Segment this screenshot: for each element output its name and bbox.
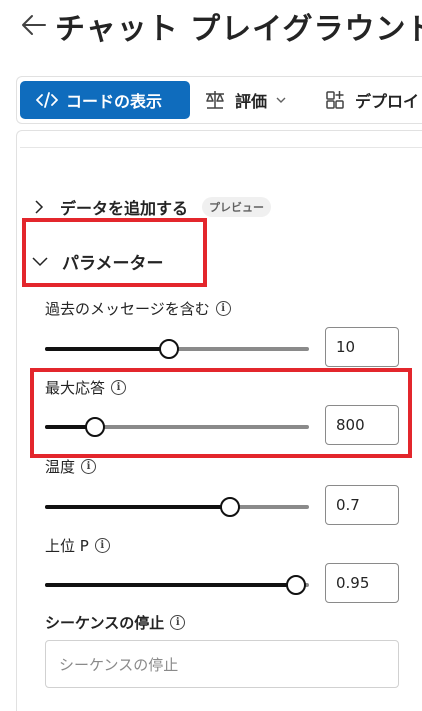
page-header: チャット プレイグラウンド [0, 0, 422, 56]
temperature-label: 温度 i [45, 456, 97, 477]
past-messages-text: 過去のメッセージを含む [45, 300, 210, 318]
toolbar: コードの表示 評価 デプロイ [16, 76, 422, 124]
info-icon[interactable]: i [94, 538, 110, 553]
max-response-text: 最大応答 [45, 379, 106, 397]
top-p-slider[interactable] [45, 575, 309, 595]
parameters-section[interactable]: パラメーター [32, 246, 164, 276]
past-messages-label: 過去のメッセージを含む i [45, 298, 231, 319]
top-p-input[interactable]: 0.95 [325, 563, 399, 603]
view-code-label: コードの表示 [66, 92, 163, 111]
view-code-button[interactable]: コードの表示 [20, 81, 190, 119]
slider-thumb[interactable] [85, 417, 106, 437]
slider-thumb[interactable] [219, 497, 240, 517]
chevron-right-icon [35, 200, 44, 214]
past-messages-slider[interactable] [45, 339, 309, 359]
preview-badge: プレビュー [202, 197, 272, 217]
chevron-down-icon [276, 97, 286, 103]
page-title: チャット プレイグラウンド [55, 12, 422, 47]
info-icon[interactable]: i [111, 380, 127, 395]
slider-fill [45, 505, 230, 509]
slider-fill [45, 347, 170, 351]
apps-add-icon [326, 91, 344, 109]
add-data-label: データを追加する [60, 199, 189, 218]
max-response-input[interactable]: 800 [325, 405, 399, 445]
past-messages-input[interactable]: 10 [325, 327, 399, 367]
info-icon[interactable]: i [170, 615, 186, 630]
temperature-input[interactable]: 0.7 [325, 485, 399, 525]
back-arrow-icon[interactable] [18, 10, 48, 40]
parameters-label: パラメーター [62, 253, 164, 274]
stop-sequences-text: シーケンスの停止 [45, 614, 165, 632]
temperature-text: 温度 [45, 458, 76, 476]
code-icon [36, 92, 58, 108]
info-icon[interactable]: i [81, 459, 97, 474]
max-response-slider[interactable] [45, 417, 309, 437]
evaluate-label: 評価 [235, 92, 268, 111]
panel-divider [20, 147, 422, 148]
slider-thumb[interactable] [285, 575, 306, 595]
max-response-label: 最大応答 i [45, 377, 127, 398]
deploy-label: デプロイ [355, 92, 420, 111]
temperature-slider[interactable] [45, 497, 309, 517]
slider-thumb[interactable] [159, 339, 180, 359]
top-p-text: 上位 P [45, 537, 89, 555]
evaluate-button[interactable]: 評価 [203, 81, 287, 119]
top-p-label: 上位 P i [45, 535, 110, 556]
deploy-button[interactable]: デプロイ [325, 81, 419, 119]
chevron-down-icon [32, 257, 48, 267]
scale-icon [206, 91, 224, 109]
slider-fill [45, 583, 296, 587]
info-icon[interactable]: i [215, 301, 231, 316]
stop-sequences-label: シーケンスの停止 i [45, 612, 186, 633]
stop-sequences-input[interactable]: シーケンスの停止 [45, 640, 399, 688]
